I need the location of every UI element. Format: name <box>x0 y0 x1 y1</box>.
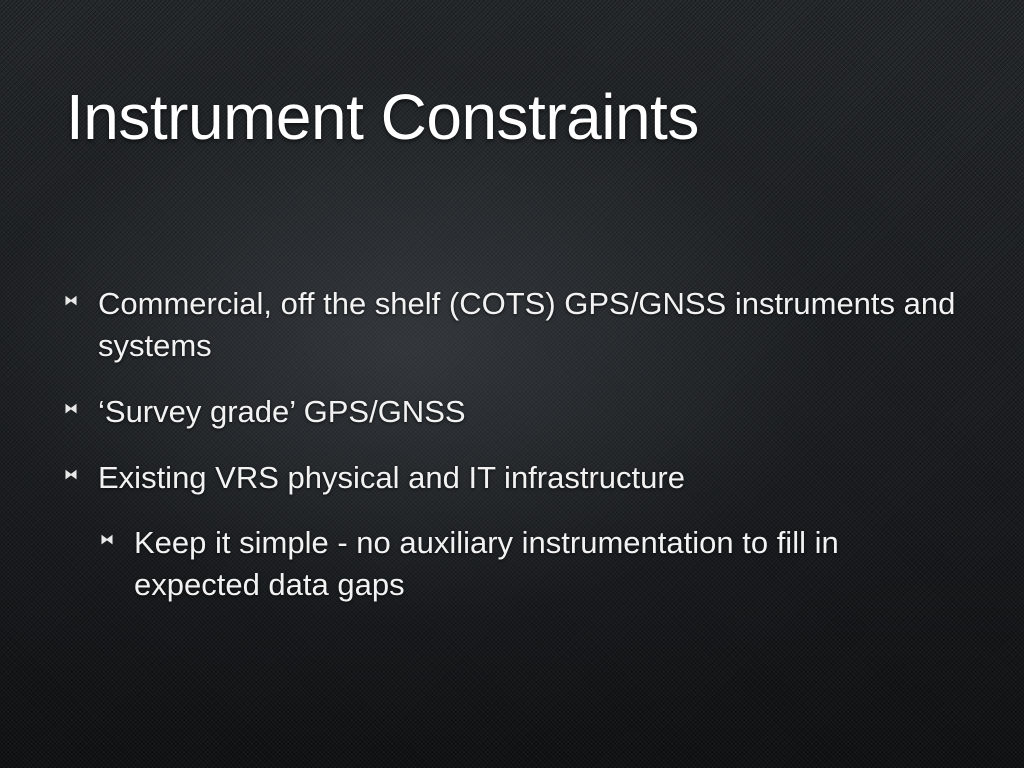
bullet-text: Commercial, off the shelf (COTS) GPS/GNS… <box>98 286 956 363</box>
bullet-item: ⧓ Commercial, off the shelf (COTS) GPS/G… <box>64 283 964 367</box>
bullet-item: ⧓ Existing VRS physical and IT infrastru… <box>64 457 964 499</box>
bullet-text: Existing VRS physical and IT infrastruct… <box>98 459 685 495</box>
bowtie-bullet-icon: ⧓ <box>100 531 114 548</box>
slide-title: Instrument Constraints <box>66 81 699 153</box>
bullet-list: ⧓ Commercial, off the shelf (COTS) GPS/G… <box>64 283 964 630</box>
sub-bullet-item: ⧓ Keep it simple - no auxiliary instrume… <box>64 522 964 606</box>
sub-bullet-text: Keep it simple - no auxiliary instrument… <box>134 525 839 603</box>
bowtie-bullet-icon: ⧓ <box>64 292 78 308</box>
slide: Instrument Constraints ⧓ Commercial, off… <box>0 0 1024 768</box>
bowtie-bullet-icon: ⧓ <box>64 399 78 416</box>
bowtie-bullet-icon: ⧓ <box>64 465 78 482</box>
bullet-item: ⧓ ‘Survey grade’ GPS/GNSS <box>64 391 964 433</box>
bullet-text: ‘Survey grade’ GPS/GNSS <box>98 393 466 429</box>
